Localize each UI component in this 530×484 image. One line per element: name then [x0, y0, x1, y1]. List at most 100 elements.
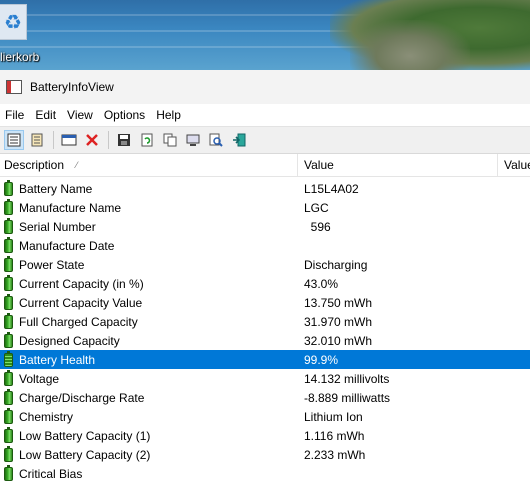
battery-icon: [4, 426, 13, 443]
refresh-button[interactable]: [137, 130, 157, 150]
row-value: Lithium Ion: [304, 409, 363, 424]
details-view-icon: [7, 133, 21, 147]
row-value: 1.116 mWh: [304, 428, 365, 443]
recycle-bin-icon[interactable]: ♻: [0, 4, 27, 40]
save-button[interactable]: [114, 130, 134, 150]
toolbar: [0, 126, 530, 154]
row-value: 596: [304, 219, 331, 234]
row-value: LGC: [304, 200, 329, 215]
list-row[interactable]: Current Capacity (in %) 43.0%: [0, 274, 530, 293]
battery-icon: [4, 198, 13, 215]
row-value: 32.010 mWh: [304, 333, 373, 348]
row-label: Full Charged Capacity: [19, 314, 138, 329]
recycle-bin-label[interactable]: lierkorb: [0, 50, 39, 64]
toolbar-separator: [108, 131, 109, 149]
column-header-description-label: Description: [4, 158, 65, 172]
row-description-cell: Full Charged Capacity: [0, 312, 298, 329]
menu-edit[interactable]: Edit: [30, 108, 62, 122]
row-label: Battery Name: [19, 181, 93, 196]
copy-button[interactable]: [160, 130, 180, 150]
menu-help[interactable]: Help: [151, 108, 187, 122]
window-title: BatteryInfoView: [30, 80, 114, 94]
row-value: -8.889 milliwatts: [304, 390, 391, 405]
list-row[interactable]: Critical Bias: [0, 464, 530, 483]
menu-view[interactable]: View: [62, 108, 99, 122]
save-icon: [118, 134, 130, 146]
row-description-cell: Manufacture Name: [0, 198, 298, 215]
row-description-cell: Chemistry: [0, 407, 298, 424]
column-header-description[interactable]: Description ⁄: [0, 154, 298, 176]
row-label: Battery Health: [19, 352, 96, 367]
battery-icon: [4, 407, 13, 424]
row-description-cell: Battery Health: [0, 350, 298, 367]
row-description-cell: Voltage: [0, 369, 298, 386]
refresh-icon: [141, 133, 153, 147]
list-row[interactable]: Low Battery Capacity (2) 2.233 mWh: [0, 445, 530, 464]
rock-image: [350, 20, 470, 70]
exit-icon: [233, 133, 246, 147]
row-label: Current Capacity (in %): [19, 276, 144, 291]
row-label: Serial Number: [19, 219, 96, 234]
list-row[interactable]: Manufacture Name LGC: [0, 198, 530, 217]
list-row[interactable]: Power State Discharging: [0, 255, 530, 274]
properties-icon: [61, 134, 77, 146]
row-label: Chemistry: [19, 409, 74, 424]
title-bar[interactable]: BatteryInfoView: [0, 70, 530, 104]
exit-button[interactable]: [229, 130, 249, 150]
row-value: L15L4A02: [304, 181, 359, 196]
row-description-cell: Power State: [0, 255, 298, 272]
column-header-value-2[interactable]: Value: [498, 154, 530, 176]
battery-icon: [4, 236, 13, 253]
battery-icon: [4, 464, 13, 481]
menu-bar: File Edit View Options Help: [0, 104, 530, 126]
details-view-button[interactable]: [4, 130, 24, 150]
list-row[interactable]: Current Capacity Value 13.750 mWh: [0, 293, 530, 312]
computer-properties-button[interactable]: [183, 130, 203, 150]
list-row[interactable]: Chemistry Lithium Ion: [0, 407, 530, 426]
list-row[interactable]: Battery Name L15L4A02: [0, 179, 530, 198]
row-label: Charge/Discharge Rate: [19, 390, 145, 405]
battery-icon: [4, 217, 13, 234]
menu-file[interactable]: File: [0, 108, 30, 122]
row-description-cell: Manufacture Date: [0, 236, 298, 253]
row-value: 43.0%: [304, 276, 339, 291]
list-row[interactable]: Full Charged Capacity 31.970 mWh: [0, 312, 530, 331]
properties-button[interactable]: [59, 130, 79, 150]
list-rows: Battery Name L15L4A02 Manufacture Name LGC S…: [0, 177, 530, 483]
row-description-cell: Low Battery Capacity (1): [0, 426, 298, 443]
row-value: Discharging: [304, 257, 368, 272]
battery-icon: [4, 350, 13, 367]
battery-icon: [4, 445, 13, 462]
row-description-cell: Current Capacity (in %): [0, 274, 298, 291]
menu-options[interactable]: Options: [99, 108, 151, 122]
battery-icon: [4, 293, 13, 310]
sort-arrow-icon: ⁄: [76, 160, 78, 170]
list-header: Description ⁄ Value Value: [0, 154, 530, 177]
row-value: 13.750 mWh: [304, 295, 373, 310]
find-button[interactable]: [206, 130, 226, 150]
battery-icon: [4, 179, 13, 196]
row-label: Low Battery Capacity (2): [19, 447, 151, 462]
column-header-value[interactable]: Value: [298, 154, 498, 176]
list-row[interactable]: Manufacture Date: [0, 236, 530, 255]
html-report-button[interactable]: [27, 130, 47, 150]
list-row[interactable]: Low Battery Capacity (1) 1.116 mWh: [0, 426, 530, 445]
row-label: Manufacture Name: [19, 200, 122, 215]
battery-info-list[interactable]: Description ⁄ Value Value Battery Name L1…: [0, 154, 530, 483]
list-row[interactable]: Serial Number 596: [0, 217, 530, 236]
delete-button[interactable]: [82, 130, 102, 150]
row-label: Designed Capacity: [19, 333, 120, 348]
battery-icon: [4, 255, 13, 272]
battery-icon: [4, 369, 13, 386]
list-row[interactable]: Voltage 14.132 millivolts: [0, 369, 530, 388]
battery-icon: [4, 331, 13, 348]
row-description-cell: Designed Capacity: [0, 331, 298, 348]
html-report-icon: [31, 133, 43, 147]
toolbar-separator: [53, 131, 54, 149]
list-row[interactable]: Battery Health 99.9%: [0, 350, 530, 369]
row-description-cell: Serial Number: [0, 217, 298, 234]
row-description-cell: Battery Name: [0, 179, 298, 196]
list-row[interactable]: Designed Capacity 32.010 mWh: [0, 331, 530, 350]
row-value: 99.9%: [304, 352, 339, 367]
list-row[interactable]: Charge/Discharge Rate -8.889 milliwatts: [0, 388, 530, 407]
